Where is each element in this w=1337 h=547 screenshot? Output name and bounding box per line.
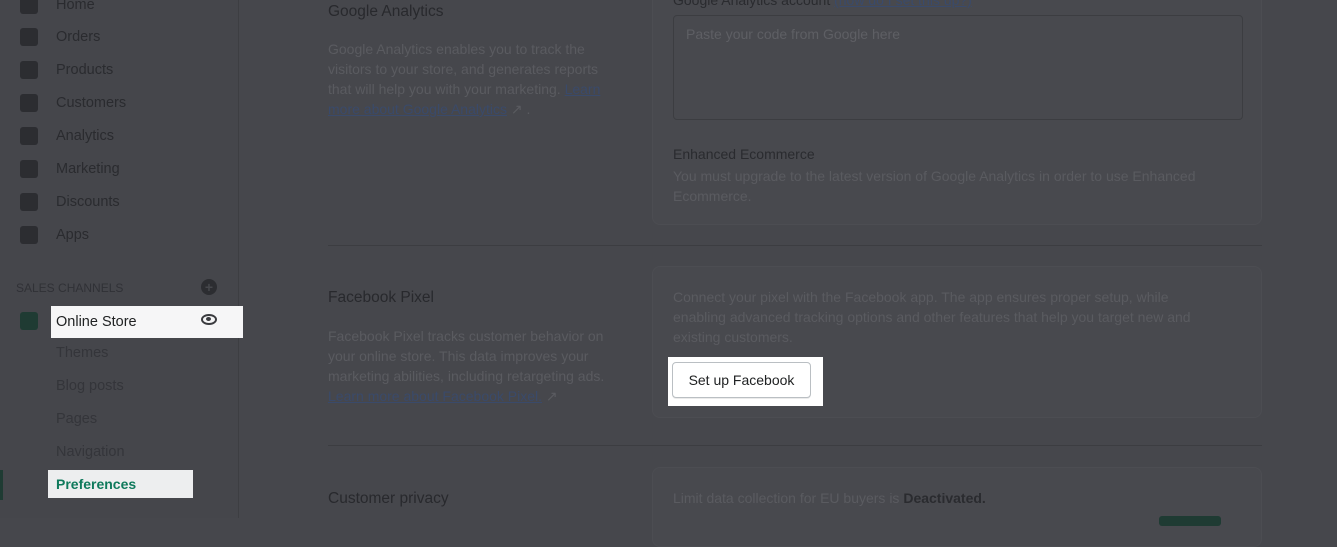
nav-preferences[interactable]: Preferences — [48, 470, 193, 498]
store-icon — [20, 312, 38, 330]
desc-suffix: . — [522, 101, 531, 117]
nav-marketing[interactable]: Marketing — [20, 157, 120, 181]
nav-customers[interactable]: Customers — [20, 91, 126, 115]
nav-home[interactable]: Home — [20, 0, 95, 17]
home-icon — [20, 0, 38, 14]
ga-account-label: Google Analytics account (how do I set t… — [673, 0, 972, 8]
status-text: Limit data collection for EU buyers is — [673, 490, 900, 506]
nav-label: Discounts — [56, 194, 120, 210]
fb-card-text: Connect your pixel with the Facebook app… — [673, 289, 1191, 345]
desc-text: Google Analytics enables you to track th… — [328, 41, 599, 97]
ee-description: You must upgrade to the latest version o… — [673, 168, 1196, 204]
nav-label: Apps — [56, 227, 90, 243]
megaphone-icon — [20, 160, 38, 178]
nav-discounts[interactable]: Discounts — [20, 190, 120, 214]
nav-online-store[interactable]: Online Store — [51, 306, 243, 338]
nav-label: Products — [56, 62, 114, 78]
ga-title: Google Analytics — [328, 3, 444, 20]
nav-label: Analytics — [56, 128, 115, 144]
nav-orders[interactable]: Orders — [20, 25, 100, 49]
nav-products[interactable]: Products — [20, 58, 113, 82]
fb-learn-more-link[interactable]: Learn more about Facebook Pixel. — [328, 388, 542, 404]
divider — [328, 245, 1262, 246]
nav-themes[interactable]: Themes — [56, 345, 108, 361]
nav-label: Customers — [56, 95, 127, 111]
divider — [328, 445, 1262, 446]
fb-title: Facebook Pixel — [328, 289, 434, 306]
nav-label: Online Store — [56, 314, 137, 330]
nav-navigation[interactable]: Navigation — [56, 444, 125, 460]
bar-chart-icon — [20, 127, 38, 145]
nav-blog-posts[interactable]: Blog posts — [56, 378, 124, 394]
label-text: Google Analytics account — [673, 0, 831, 8]
status-value: Deactivated. — [903, 490, 986, 506]
ga-description: Google Analytics enables you to track th… — [328, 41, 601, 117]
nav-label: Marketing — [56, 161, 120, 177]
sidebar: Home Orders Products Customers Analytics… — [0, 0, 243, 518]
nav-apps[interactable]: Apps — [20, 223, 89, 247]
nav-pages[interactable]: Pages — [56, 411, 97, 427]
fb-description: Facebook Pixel tracks customer behavior … — [328, 328, 605, 404]
add-channel-icon[interactable]: + — [201, 279, 217, 295]
sales-channels-heading: SALES CHANNELS — [16, 281, 124, 295]
eye-icon[interactable] — [201, 314, 217, 325]
nav-label: Orders — [56, 29, 101, 45]
ee-title: Enhanced Ecommerce — [673, 146, 815, 162]
privacy-status: Limit data collection for EU buyers is D… — [673, 488, 986, 508]
nav-label: Home — [56, 0, 95, 13]
orders-icon — [20, 28, 38, 46]
tag-icon — [20, 61, 38, 79]
fb-button-highlight: Set up Facebook — [668, 357, 823, 406]
desc-text: Facebook Pixel tracks customer behavior … — [328, 328, 605, 384]
person-icon — [20, 94, 38, 112]
privacy-card: Limit data collection for EU buyers is D… — [652, 467, 1262, 547]
discount-icon — [20, 193, 38, 211]
apps-icon — [20, 226, 38, 244]
ga-card: Google Analytics account (how do I set t… — [652, 0, 1262, 225]
nav-label: Preferences — [56, 476, 137, 492]
set-up-facebook-button[interactable]: Set up Facebook — [672, 362, 811, 398]
privacy-title: Customer privacy — [328, 490, 449, 507]
help-link[interactable]: (how do I set this up?) — [834, 0, 972, 8]
ga-code-textarea[interactable]: Paste your code from Google here — [673, 15, 1243, 120]
nav-analytics[interactable]: Analytics — [20, 124, 114, 148]
active-indicator — [0, 470, 3, 500]
